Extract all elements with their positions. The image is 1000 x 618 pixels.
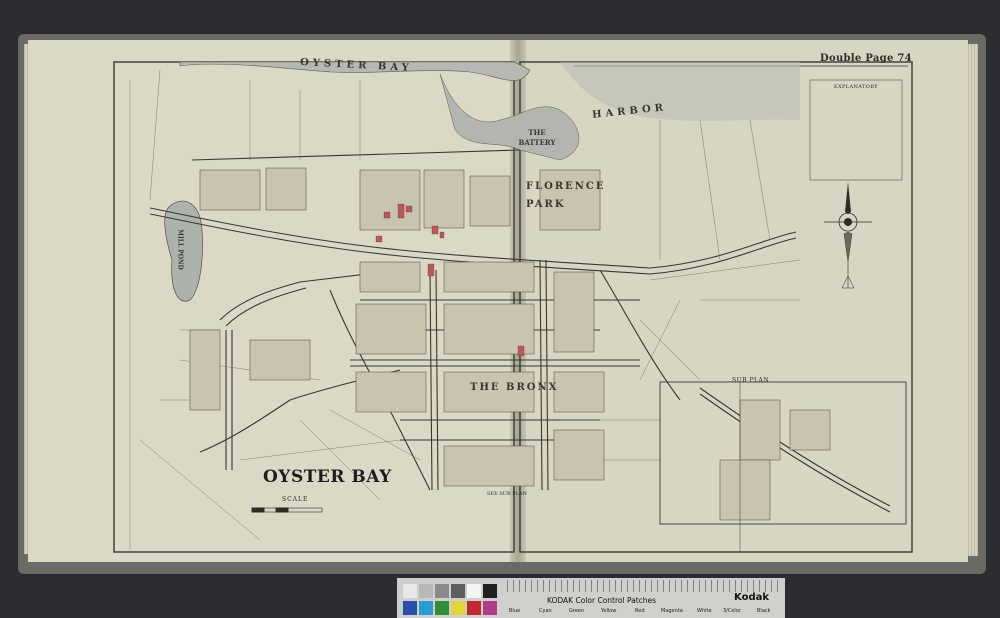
- swatch-blue: [403, 601, 417, 615]
- scale-bar: [251, 507, 323, 513]
- patch-name: Magenta: [661, 608, 683, 614]
- kodak-color-target: KODAK Color Control Patches Kodak Blue C…: [397, 578, 785, 618]
- scale-label: SCALE: [282, 496, 309, 503]
- patch-name: Yellow: [601, 608, 617, 614]
- the-battery-label: THE BATTERY: [518, 128, 556, 147]
- mill-pond-label: MILL POND: [176, 229, 184, 270]
- kodak-title: KODAK Color Control Patches: [547, 596, 657, 605]
- map-title: OYSTER BAY: [263, 467, 392, 487]
- sub-plan-inset: [659, 381, 907, 525]
- patch-name: Green: [569, 608, 585, 614]
- patch-name: Red: [635, 608, 645, 614]
- color-swatches: [401, 582, 499, 616]
- swatch-cyan: [419, 601, 433, 615]
- page-number-label: Double Page 74: [820, 53, 912, 64]
- legend-title: EXPLANATORY: [834, 84, 878, 90]
- swatch-yellow: [451, 601, 465, 615]
- see-sub-plan-label: SEE SUB PLAN: [487, 491, 527, 497]
- the-bronx-label: THE BRONX: [470, 382, 559, 393]
- patch-name: White: [697, 608, 712, 614]
- north-arrow-icon: [824, 182, 872, 289]
- kodak-logo: Kodak: [734, 592, 769, 603]
- swatch-red: [467, 601, 481, 615]
- kodak-ruler: [507, 580, 783, 592]
- sub-plan-label: SUB PLAN: [732, 377, 770, 384]
- patch-name: Black: [757, 608, 771, 614]
- patch-name: Cyan: [539, 608, 552, 614]
- patch-name: Blue: [509, 608, 521, 614]
- florence-park-label: FLORENCE PARK: [526, 181, 606, 210]
- swatch-magenta: [483, 601, 497, 615]
- patch-name: 3/Color: [723, 608, 741, 614]
- legend: EXPLANATORY: [812, 84, 900, 180]
- kodak-patch-names: Blue Cyan Green Yellow Red Magenta White…: [507, 608, 783, 616]
- swatch-green: [435, 601, 449, 615]
